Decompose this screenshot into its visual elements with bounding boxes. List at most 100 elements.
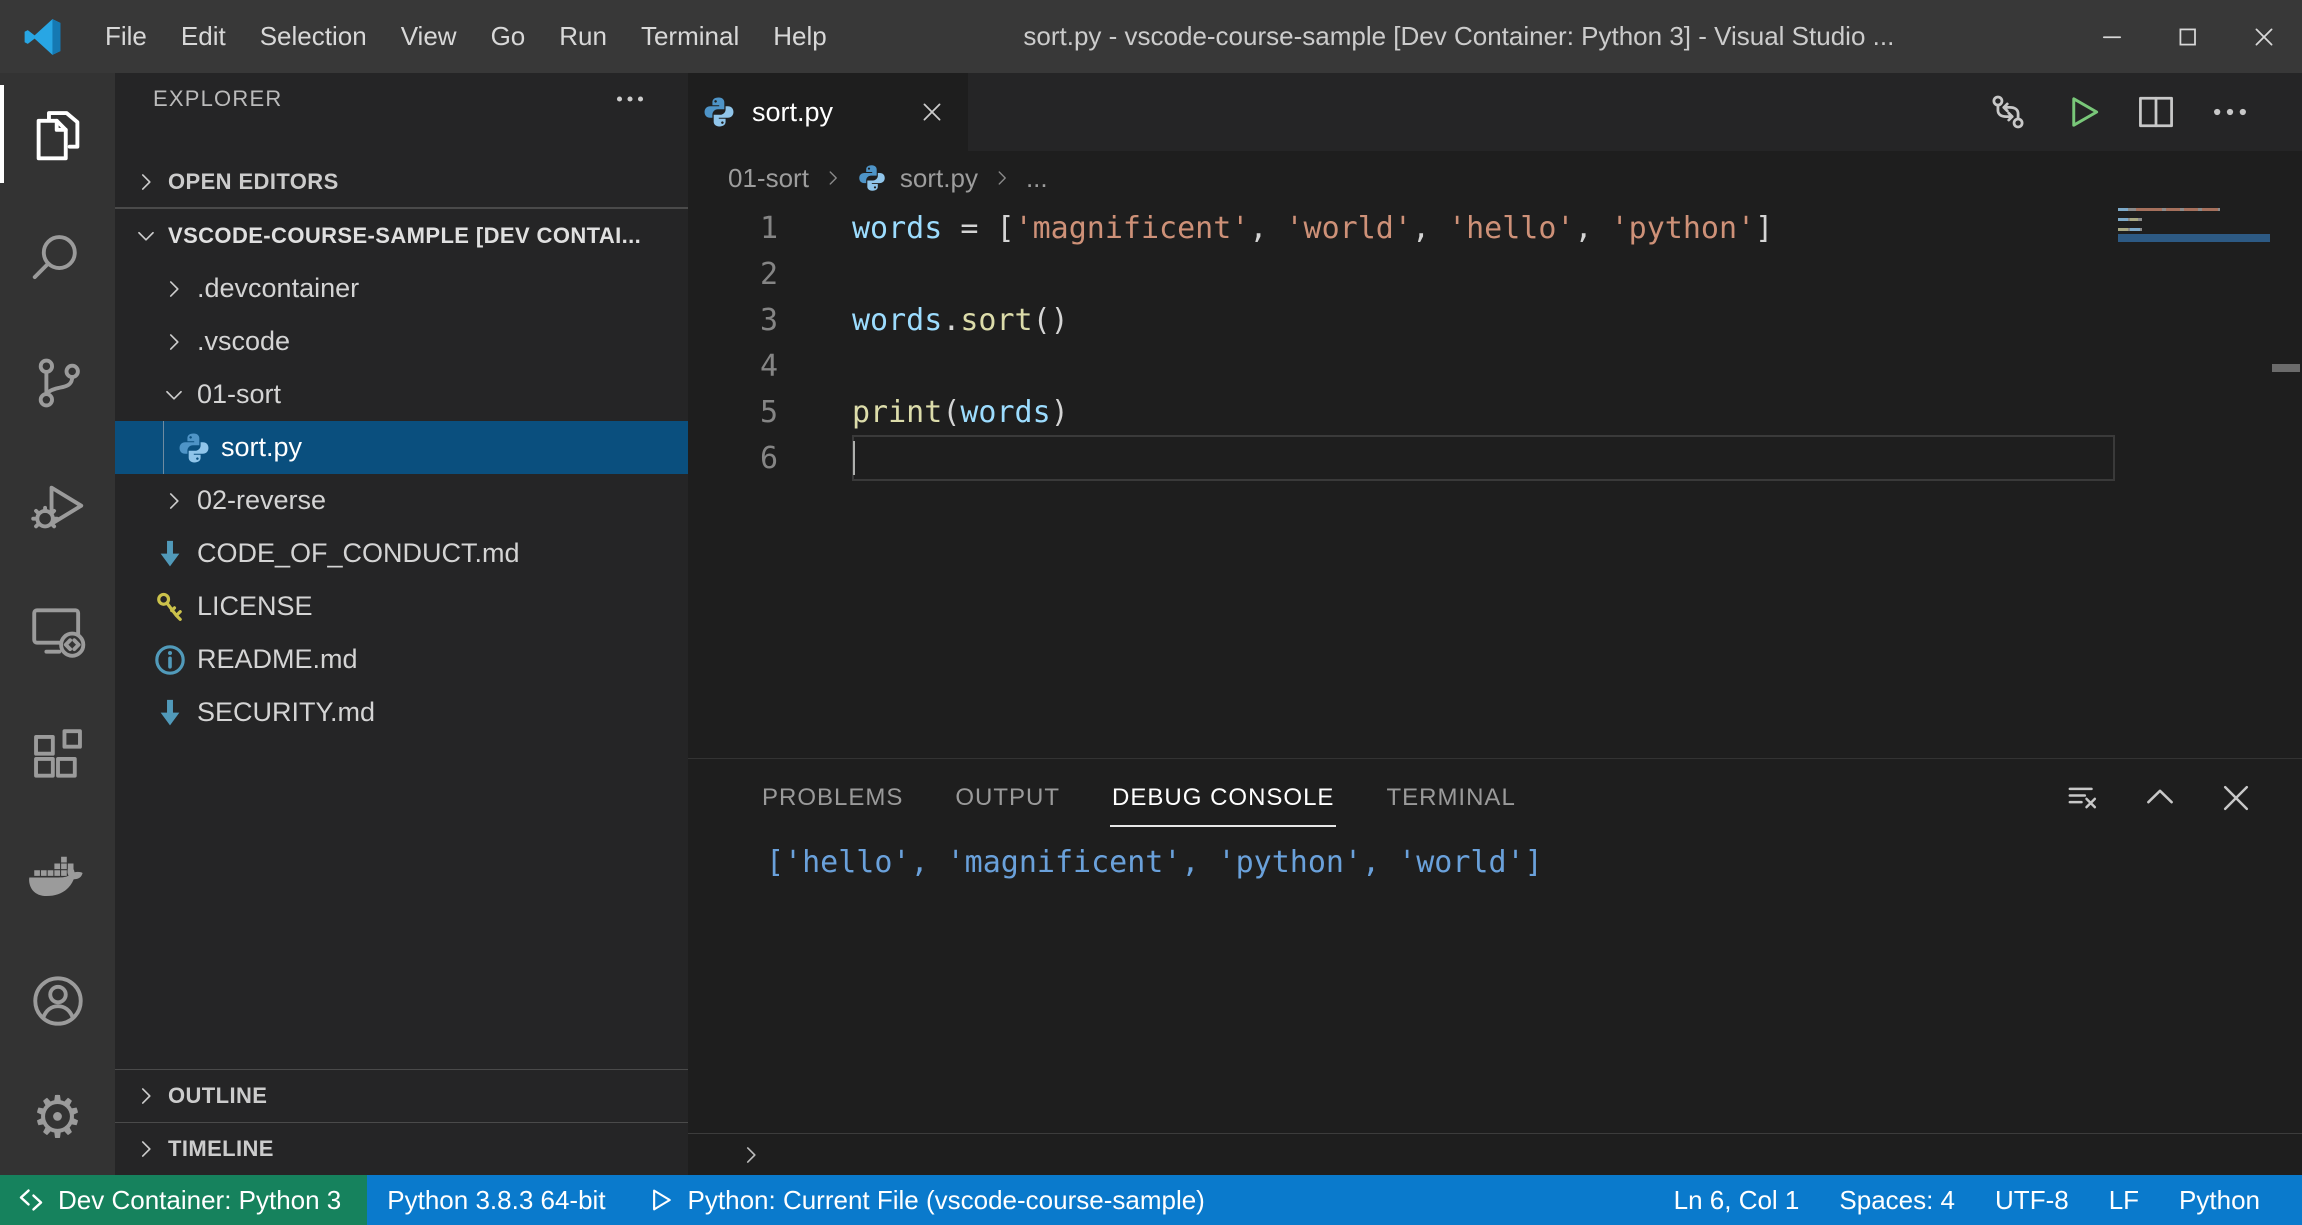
split-editor-icon[interactable]	[2134, 90, 2178, 134]
console-prompt-icon	[738, 1142, 764, 1168]
activity-remote-explorer[interactable]	[0, 569, 115, 693]
maximize-panel-icon[interactable]	[2140, 778, 2180, 818]
search-icon	[27, 228, 89, 290]
line-number[interactable]: 4	[688, 349, 852, 384]
code-editor[interactable]: 1words = ['magnificent', 'world', 'hello…	[688, 205, 2302, 758]
panel-tab-problems[interactable]: PROBLEMS	[760, 778, 905, 818]
more-actions-icon[interactable]	[2208, 90, 2252, 134]
window-title: sort.py - vscode-course-sample [Dev Cont…	[844, 21, 2074, 52]
docker-icon	[27, 848, 89, 910]
chevron-right-icon	[161, 276, 187, 302]
line-number[interactable]: 1	[688, 211, 852, 246]
maximize-button[interactable]	[2150, 0, 2226, 73]
panel-tab-debug-console[interactable]: DEBUG CONSOLE	[1110, 778, 1336, 818]
tree-item-label: 01-sort	[197, 379, 281, 410]
info-icon	[153, 643, 187, 677]
menu-selection[interactable]: Selection	[243, 0, 384, 73]
workspace-section-header[interactable]: VSCODE-COURSE-SAMPLE [DEV CONTAI...	[115, 209, 688, 262]
activity-extensions[interactable]	[0, 693, 115, 817]
outline-section[interactable]: OUTLINE	[115, 1069, 688, 1122]
chevron-right-icon	[822, 167, 844, 189]
remote-explorer-icon	[27, 600, 89, 662]
panel-tabs: PROBLEMS OUTPUT DEBUG CONSOLE TERMINAL	[688, 759, 2302, 836]
menu-file[interactable]: File	[88, 0, 164, 73]
breadcrumb: 01-sort sort.py ...	[688, 151, 2302, 205]
menu-help[interactable]: Help	[756, 0, 843, 73]
debug-console-input[interactable]	[688, 1133, 2302, 1175]
markdown-icon	[153, 696, 187, 730]
timeline-section[interactable]: TIMELINE	[115, 1122, 688, 1175]
status-launch-config[interactable]: Python: Current File (vscode-course-samp…	[626, 1175, 1225, 1225]
activity-bar: ⚙	[0, 73, 115, 1175]
tree-item-readme-md[interactable]: README.md	[115, 633, 688, 686]
breadcrumb-file[interactable]: sort.py	[900, 163, 978, 194]
editor-group: sort.py 01-sort sort.py ... 1	[688, 73, 2302, 1175]
tab-sort-py[interactable]: sort.py	[688, 73, 968, 151]
status-indentation[interactable]: Spaces: 4	[1839, 1175, 1955, 1225]
activity-accounts[interactable]	[0, 943, 115, 1059]
status-cursor-position[interactable]: Ln 6, Col 1	[1674, 1175, 1800, 1225]
line-number[interactable]: 5	[688, 395, 852, 430]
panel-actions	[2064, 759, 2256, 836]
minimap[interactable]	[2118, 208, 2270, 242]
tree-item-license[interactable]: LICENSE	[115, 580, 688, 633]
code-line-3[interactable]: 3words.sort()	[688, 297, 2302, 343]
activity-settings[interactable]: ⚙	[0, 1059, 115, 1175]
chevron-down-icon	[161, 382, 187, 408]
debug-console-output: ['hello', 'magnificent', 'python', 'worl…	[688, 836, 2302, 888]
explorer-more-actions-icon[interactable]	[612, 81, 648, 117]
workbench: ⚙ EXPLORER OPEN EDITORS VSCODE-COURSE-SA…	[0, 73, 2302, 1175]
status-python-version[interactable]: Python 3.8.3 64-bit	[367, 1175, 625, 1225]
tree-item--vscode[interactable]: .vscode	[115, 315, 688, 368]
minimize-button[interactable]	[2074, 0, 2150, 73]
remote-indicator[interactable]: Dev Container: Python 3	[0, 1175, 367, 1225]
status-language[interactable]: Python	[2179, 1175, 2260, 1225]
code-line-5[interactable]: 5print(words)	[688, 389, 2302, 435]
bottom-panel: PROBLEMS OUTPUT DEBUG CONSOLE TERMINAL ['he…	[688, 758, 2302, 1175]
tree-item-02-reverse[interactable]: 02-reverse	[115, 474, 688, 527]
run-file-icon[interactable]	[2060, 90, 2104, 134]
panel-tab-terminal[interactable]: TERMINAL	[1384, 778, 1517, 818]
line-number[interactable]: 6	[688, 441, 852, 476]
tree-item-sort-py[interactable]: sort.py	[115, 421, 688, 474]
play-icon	[646, 1185, 676, 1215]
tree-item-code-of-conduct-md[interactable]: CODE_OF_CONDUCT.md	[115, 527, 688, 580]
tree-item-security-md[interactable]: SECURITY.md	[115, 686, 688, 739]
file-tree: .devcontainer .vscode 01-sort sort.py02-rev…	[115, 262, 688, 739]
breadcrumb-folder[interactable]: 01-sort	[728, 163, 809, 194]
line-number[interactable]: 3	[688, 303, 852, 338]
menu-go[interactable]: Go	[474, 0, 543, 73]
status-eol[interactable]: LF	[2109, 1175, 2139, 1225]
code-line-1[interactable]: 1words = ['magnificent', 'world', 'hello…	[688, 205, 2302, 251]
close-panel-icon[interactable]	[2216, 778, 2256, 818]
tab-close-icon[interactable]	[918, 98, 946, 126]
source-control-icon	[27, 352, 89, 414]
activity-docker[interactable]	[0, 817, 115, 941]
tree-item-01-sort[interactable]: 01-sort	[115, 368, 688, 421]
activity-source-control[interactable]	[0, 321, 115, 445]
menu-terminal[interactable]: Terminal	[624, 0, 756, 73]
activity-explorer[interactable]	[0, 73, 115, 197]
code-line-2[interactable]: 2	[688, 251, 2302, 297]
tree-item--devcontainer[interactable]: .devcontainer	[115, 262, 688, 315]
menu-edit[interactable]: Edit	[164, 0, 243, 73]
chevron-right-icon	[161, 488, 187, 514]
chevron-right-icon	[133, 1083, 159, 1109]
activity-search[interactable]	[0, 197, 115, 321]
extensions-icon	[27, 724, 89, 786]
clear-console-icon[interactable]	[2064, 778, 2104, 818]
activity-run-debug[interactable]	[0, 445, 115, 569]
sidebar-title: EXPLORER	[153, 86, 282, 112]
code-line-4[interactable]: 4	[688, 343, 2302, 389]
open-editors-section[interactable]: OPEN EDITORS	[115, 156, 688, 209]
menu-run[interactable]: Run	[542, 0, 624, 73]
line-number[interactable]: 2	[688, 257, 852, 292]
window-close-button[interactable]	[2226, 0, 2302, 73]
minimap-current-line	[2118, 234, 2270, 242]
open-changes-icon[interactable]	[1986, 90, 2030, 134]
panel-tab-output[interactable]: OUTPUT	[953, 778, 1062, 818]
menu-view[interactable]: View	[384, 0, 474, 73]
breadcrumb-symbol[interactable]: ...	[1026, 163, 1048, 194]
status-encoding[interactable]: UTF-8	[1995, 1175, 2069, 1225]
tree-item-label: .vscode	[197, 326, 290, 357]
